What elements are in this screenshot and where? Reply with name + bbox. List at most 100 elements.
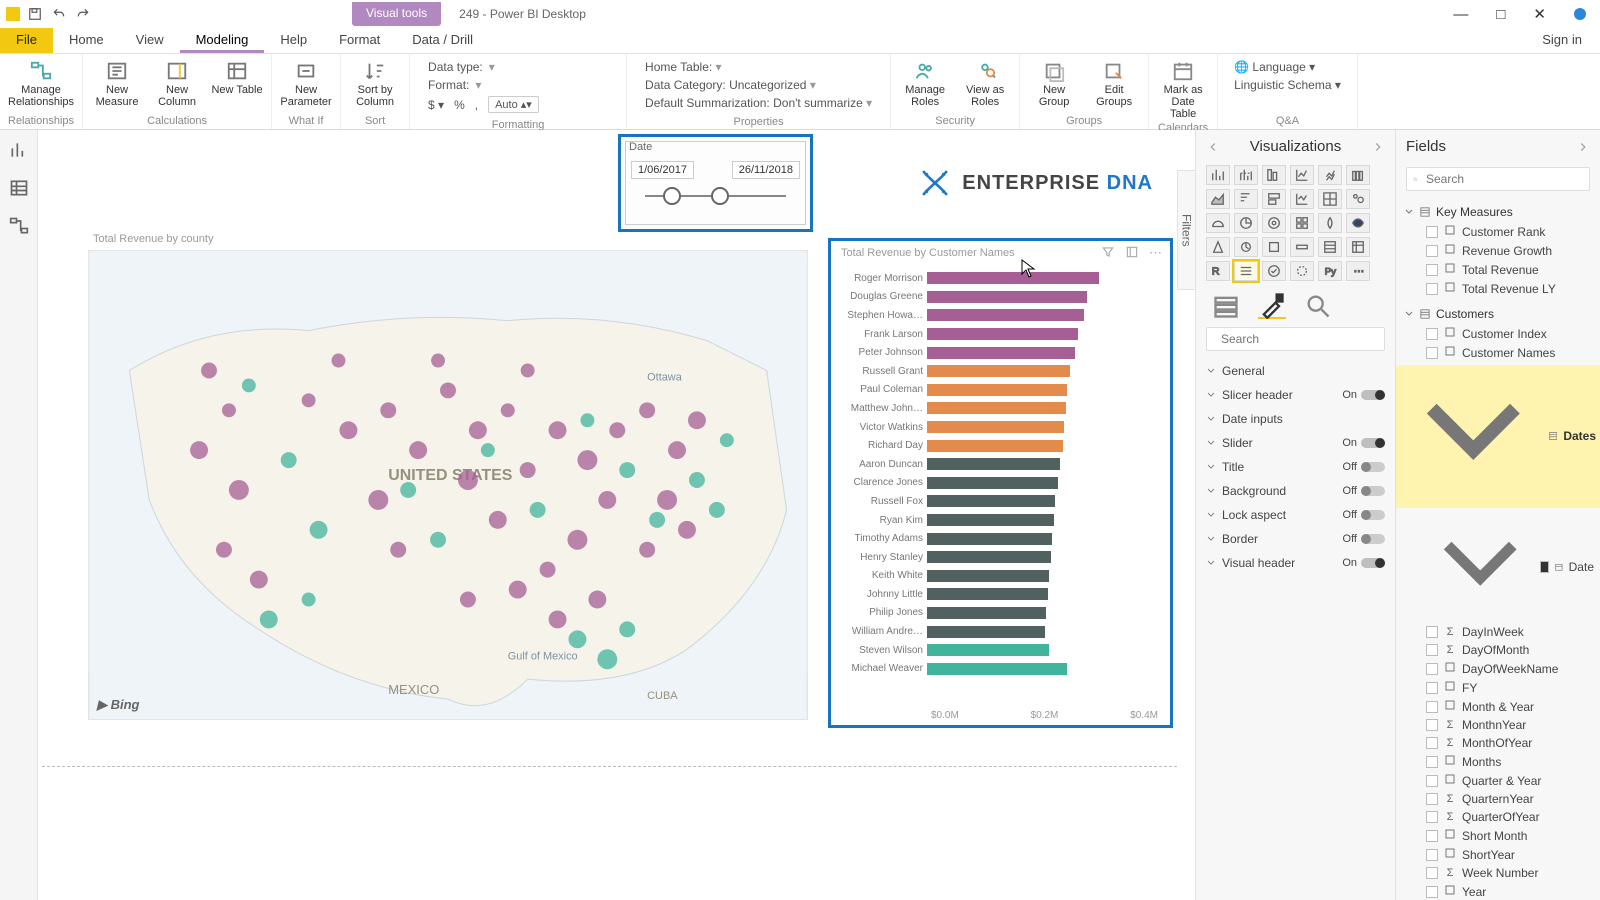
- viz-type-icon[interactable]: [1318, 189, 1342, 209]
- bar-row[interactable]: Keith White: [837, 567, 1160, 586]
- fields-search[interactable]: [1406, 167, 1590, 191]
- field-checkbox[interactable]: [1426, 811, 1438, 823]
- format-tab-icon[interactable]: [1258, 293, 1286, 319]
- filter-icon[interactable]: [1101, 245, 1115, 259]
- field-checkbox[interactable]: [1426, 682, 1438, 694]
- fields-well-tab-icon[interactable]: [1212, 293, 1240, 319]
- undo-icon[interactable]: [50, 5, 68, 23]
- field-checkbox[interactable]: [1426, 226, 1438, 238]
- viz-type-icon[interactable]: [1206, 165, 1230, 185]
- toggle[interactable]: Off: [1343, 509, 1385, 521]
- viz-type-icon[interactable]: [1262, 261, 1286, 281]
- bar-row[interactable]: Philip Jones: [837, 604, 1160, 623]
- bar-row[interactable]: Stephen Howa…: [837, 306, 1160, 325]
- new-table-button[interactable]: New Table: [211, 58, 263, 108]
- toggle[interactable]: On: [1342, 557, 1385, 569]
- viz-type-icon[interactable]: [1346, 213, 1370, 233]
- viz-type-icon[interactable]: [1290, 165, 1314, 185]
- field-checkbox[interactable]: [1426, 626, 1438, 638]
- field-checkbox[interactable]: [1426, 644, 1438, 656]
- viz-type-icon[interactable]: [1206, 213, 1230, 233]
- slicer-to-input[interactable]: 26/11/2018: [732, 161, 800, 179]
- bar-row[interactable]: Timothy Adams: [837, 529, 1160, 548]
- viz-type-icon[interactable]: [1290, 189, 1314, 209]
- maximize-icon[interactable]: □: [1496, 6, 1505, 23]
- field-checkbox[interactable]: [1426, 245, 1438, 257]
- toggle[interactable]: Off: [1343, 461, 1385, 473]
- bar-row[interactable]: Clarence Jones: [837, 474, 1160, 493]
- field-checkbox[interactable]: [1426, 886, 1438, 898]
- close-icon[interactable]: ✕: [1533, 5, 1546, 23]
- field-checkbox[interactable]: [1426, 830, 1438, 842]
- bar-row[interactable]: Steven Wilson: [837, 641, 1160, 660]
- field-item[interactable]: ΣMonthOfYear: [1404, 734, 1594, 752]
- format-card-background[interactable]: BackgroundOff: [1196, 479, 1395, 503]
- bar-row[interactable]: Johnny Little: [837, 585, 1160, 604]
- slider-handle-start[interactable]: [663, 187, 681, 205]
- field-item-date[interactable]: Date: [1404, 511, 1594, 623]
- map-visual[interactable]: Total Revenue by county UNITED STATES ME…: [88, 250, 808, 720]
- view-as-roles-button[interactable]: View as Roles: [959, 58, 1011, 108]
- field-table-header[interactable]: Customers: [1404, 304, 1594, 324]
- field-item[interactable]: Total Revenue: [1404, 260, 1594, 279]
- fields-search-input[interactable]: [1424, 171, 1583, 187]
- bar-row[interactable]: Roger Morrison: [837, 269, 1160, 288]
- field-item[interactable]: Short Month: [1404, 826, 1594, 845]
- analytics-tab-icon[interactable]: [1304, 293, 1332, 319]
- new-parameter-button[interactable]: New Parameter: [280, 58, 332, 108]
- viz-type-icon[interactable]: [1262, 189, 1286, 209]
- slicer-from-input[interactable]: 1/06/2017: [631, 161, 694, 179]
- mark-as-date-table-button[interactable]: Mark as Date Table: [1157, 58, 1209, 120]
- field-item[interactable]: Quarter & Year: [1404, 771, 1594, 790]
- field-checkbox[interactable]: [1426, 701, 1438, 713]
- toggle[interactable]: Off: [1343, 533, 1385, 545]
- comma-icon[interactable]: ,: [475, 98, 478, 112]
- bar-row[interactable]: Aaron Duncan: [837, 455, 1160, 474]
- field-checkbox[interactable]: [1426, 737, 1438, 749]
- sort-by-column-button[interactable]: Sort by Column: [349, 58, 401, 108]
- field-checkbox[interactable]: [1426, 264, 1438, 276]
- tab-help[interactable]: Help: [264, 28, 323, 53]
- report-canvas[interactable]: Filters Date 1/06/2017 26/11/2018 ENTERP…: [38, 130, 1195, 900]
- viz-type-icon[interactable]: ⋯: [1346, 261, 1370, 281]
- field-checkbox[interactable]: [1426, 347, 1438, 359]
- viz-type-icon[interactable]: [1206, 189, 1230, 209]
- bar-row[interactable]: Frank Larson: [837, 325, 1160, 344]
- viz-type-icon[interactable]: [1290, 261, 1314, 281]
- currency-icon[interactable]: $ ▾: [428, 98, 444, 112]
- edit-groups-button[interactable]: Edit Groups: [1088, 58, 1140, 108]
- viz-type-icon[interactable]: [1234, 237, 1258, 257]
- field-checkbox[interactable]: [1426, 867, 1438, 879]
- format-search[interactable]: [1206, 327, 1385, 351]
- tab-view[interactable]: View: [120, 28, 180, 53]
- data-category-dropdown[interactable]: Data Category: Uncategorized ▾: [645, 78, 872, 92]
- viz-type-icon[interactable]: [1318, 165, 1342, 185]
- slider-handle-end[interactable]: [711, 187, 729, 205]
- expand-pane-icon[interactable]: [1371, 140, 1385, 154]
- bar-row[interactable]: Richard Day: [837, 436, 1160, 455]
- field-checkbox[interactable]: [1426, 775, 1438, 787]
- field-item[interactable]: Customer Rank: [1404, 222, 1594, 241]
- tab-modeling[interactable]: Modeling: [180, 28, 265, 53]
- viz-type-icon[interactable]: [1346, 189, 1370, 209]
- field-item[interactable]: Month & Year: [1404, 697, 1594, 716]
- bar-row[interactable]: Peter Johnson: [837, 343, 1160, 362]
- linguistic-schema-dropdown[interactable]: Linguistic Schema ▾: [1234, 78, 1341, 92]
- default-summarization-dropdown[interactable]: Default Summarization: Don't summarize ▾: [645, 96, 872, 110]
- new-group-button[interactable]: New Group: [1028, 58, 1080, 108]
- field-item[interactable]: DayOfWeekName: [1404, 659, 1594, 678]
- field-item[interactable]: ShortYear: [1404, 845, 1594, 864]
- bar-row[interactable]: Victor Watkins: [837, 418, 1160, 437]
- viz-type-icon[interactable]: [1234, 213, 1258, 233]
- field-checkbox[interactable]: [1426, 328, 1438, 340]
- field-item[interactable]: FY: [1404, 678, 1594, 697]
- manage-relationships-button[interactable]: Manage Relationships: [15, 58, 67, 108]
- viz-type-icon[interactable]: [1262, 213, 1286, 233]
- toggle[interactable]: Off: [1343, 485, 1385, 497]
- field-item[interactable]: ΣQuarterOfYear: [1404, 808, 1594, 826]
- toggle[interactable]: On: [1342, 437, 1385, 449]
- format-search-input[interactable]: [1219, 331, 1378, 347]
- format-card-slider[interactable]: SliderOn: [1196, 431, 1395, 455]
- field-checkbox[interactable]: [1426, 793, 1438, 805]
- viz-type-icon[interactable]: [1346, 237, 1370, 257]
